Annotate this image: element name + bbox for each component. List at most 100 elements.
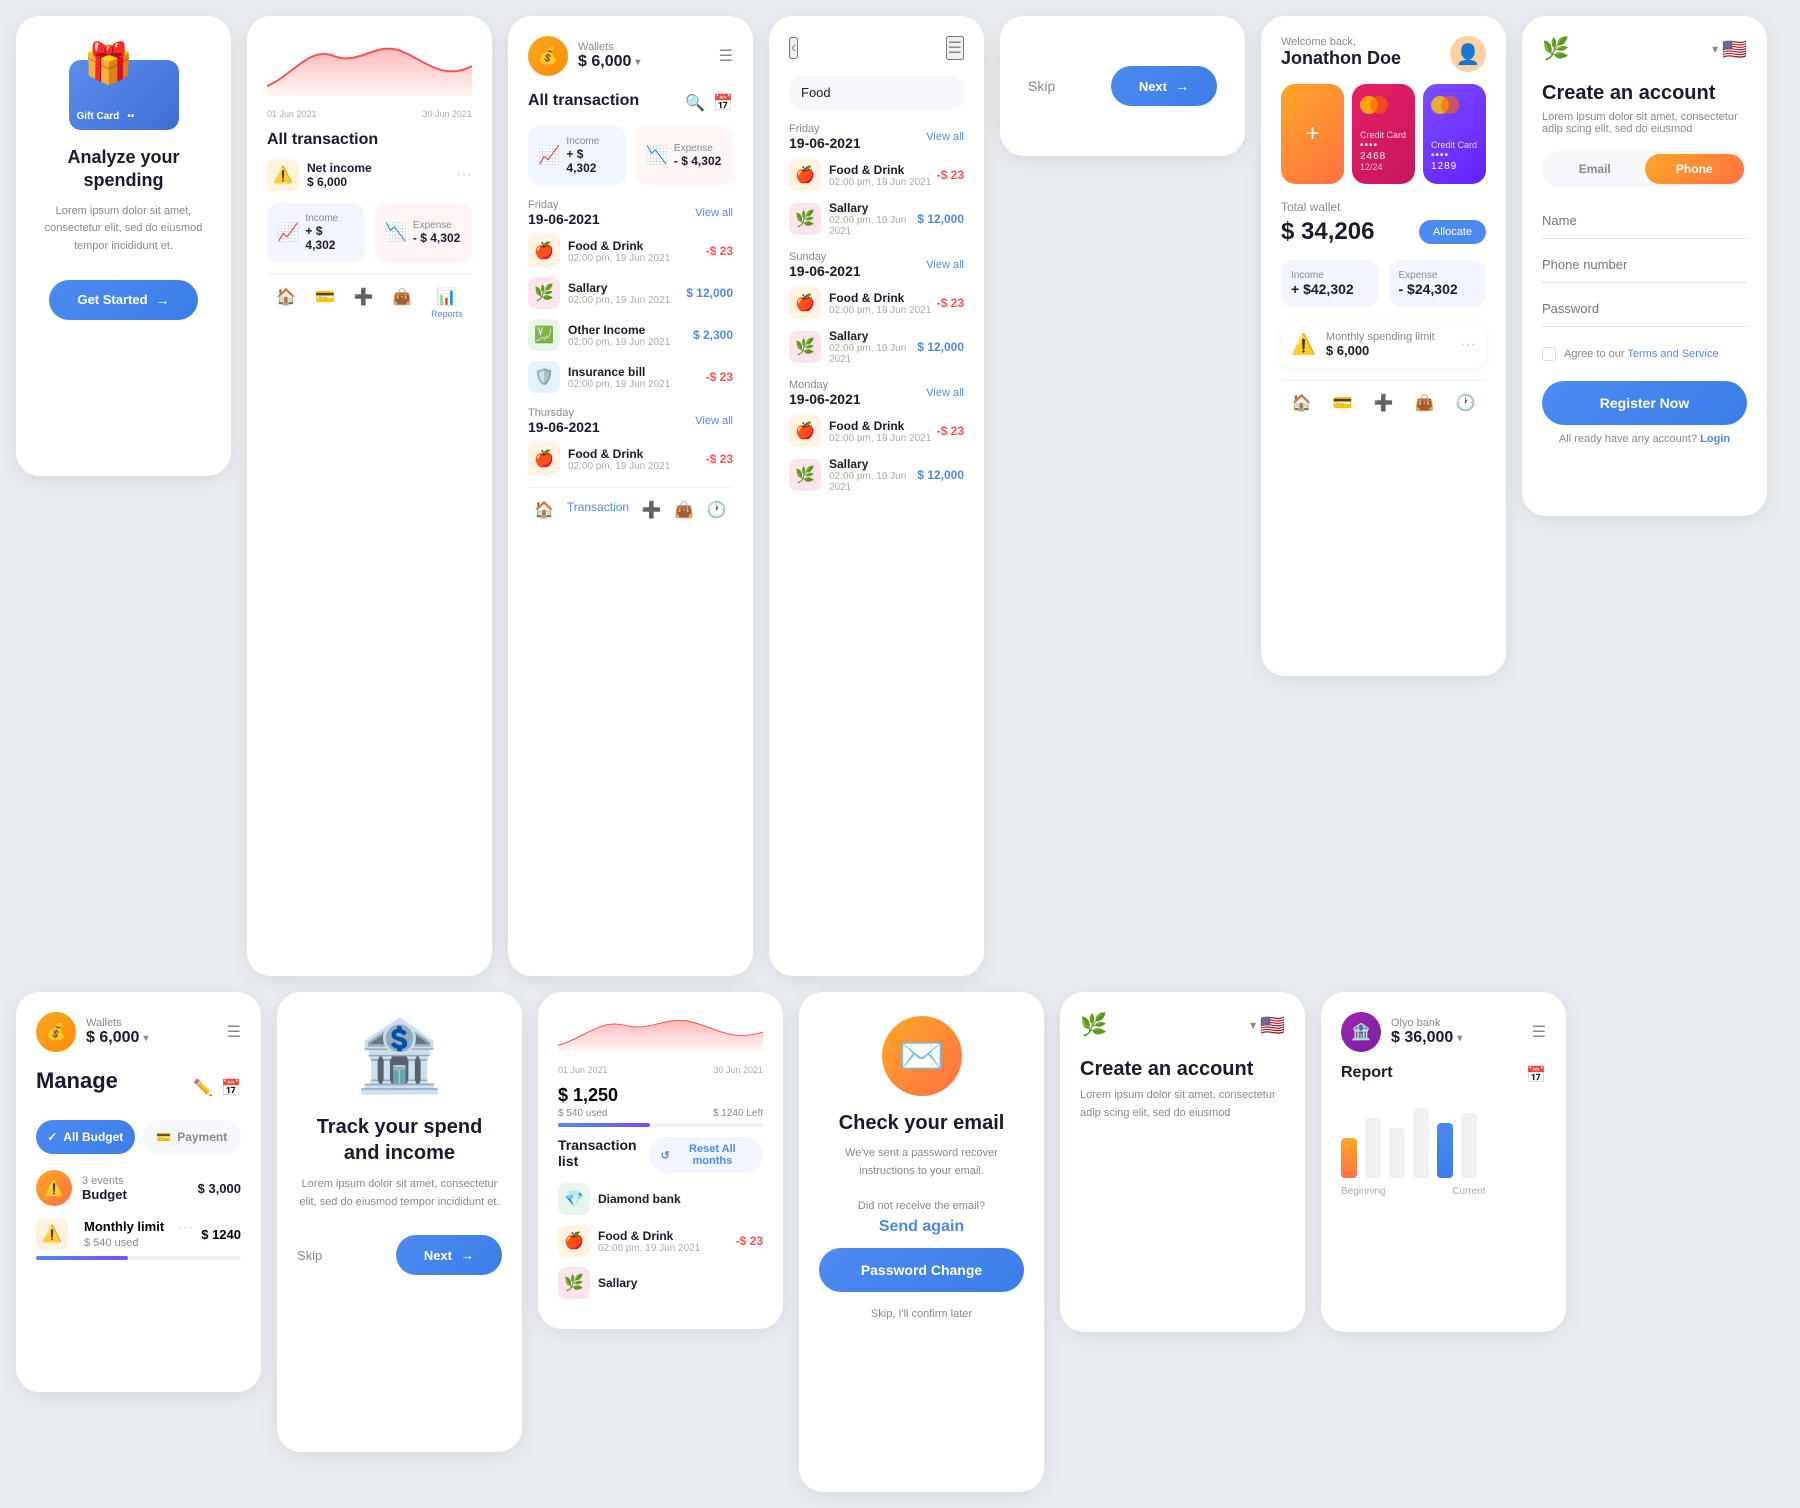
- terms-link[interactable]: Terms and Service: [1627, 348, 1718, 360]
- arrow-icon: →: [156, 292, 170, 308]
- income-chip: 📈 Income + $ 4,302: [267, 203, 365, 262]
- monthly-more-icon[interactable]: ···: [177, 1219, 193, 1237]
- nav-clock-wallet[interactable]: 🕐: [1456, 393, 1476, 413]
- next-button[interactable]: Next →: [1111, 66, 1217, 106]
- skip-button[interactable]: Skip: [1028, 78, 1055, 94]
- income-stat-chip: Income + $42,302: [1281, 260, 1379, 307]
- add-card-button[interactable]: +: [1281, 84, 1344, 184]
- calendar-button[interactable]: 📅: [713, 93, 733, 113]
- view-all-thursday[interactable]: View all: [695, 415, 733, 427]
- filter-view-all-sun[interactable]: View all: [926, 259, 964, 271]
- tab-phone[interactable]: Phone: [1645, 154, 1745, 184]
- summary-row: 📈 Income + $ 4,302 📉 Expense - $ 4,302: [528, 126, 733, 185]
- budget-item-icon: ⚠️: [36, 1170, 72, 1206]
- email-desc: We've sent a password recover instructio…: [819, 1145, 1024, 1180]
- hamburger-button[interactable]: ☰: [946, 36, 964, 60]
- budget-amount-row: $ 1,250 $ 540 used $ 1240 Left: [558, 1085, 763, 1127]
- track-next-button[interactable]: Next →: [396, 1235, 502, 1275]
- mon-sallary-icon: 🌿: [789, 459, 821, 491]
- tab-email[interactable]: Email: [1545, 154, 1645, 184]
- nav-transaction[interactable]: Transaction: [567, 500, 629, 520]
- food-drink-icon: 🍎: [528, 235, 560, 267]
- credit-card-2[interactable]: Credit Card •••• 1289: [1423, 84, 1486, 184]
- allocate-button[interactable]: Allocate: [1419, 220, 1486, 244]
- wallet-chevron-icon: ▾: [635, 57, 640, 68]
- all-budget-tab[interactable]: ✓ All Budget: [36, 1120, 135, 1154]
- nav-reports[interactable]: 📊Reports: [431, 287, 463, 319]
- phone-field[interactable]: [1542, 247, 1747, 283]
- manage-menu-icon[interactable]: ☰: [227, 1022, 241, 1042]
- brand-logo: 🌿: [1542, 36, 1569, 62]
- report-chart-label: Beginning Current: [1341, 1186, 1546, 1197]
- track-skip-button[interactable]: Skip: [297, 1248, 322, 1263]
- manage-chevron-icon: ▾: [143, 1033, 148, 1044]
- terms-checkbox[interactable]: [1542, 347, 1556, 361]
- nav-card-wallet[interactable]: 💳: [1333, 393, 1353, 413]
- report-calendar-button[interactable]: 📅: [1526, 1065, 1546, 1085]
- search-button[interactable]: 🔍: [685, 93, 705, 113]
- search-input[interactable]: [801, 85, 977, 100]
- list-item: 🍎 Food & Drink 02:00 pm, 19 Jun 2021 -$ …: [789, 159, 964, 191]
- dropdown-icon-2: ▾: [1250, 1018, 1256, 1032]
- nav-clock[interactable]: 🕐: [707, 500, 727, 520]
- back-button[interactable]: ‹: [789, 37, 798, 59]
- nav-home-wallet[interactable]: 🏠: [1292, 393, 1312, 413]
- report-menu-icon[interactable]: ☰: [1532, 1022, 1546, 1042]
- filter-view-all-fri[interactable]: View all: [926, 131, 964, 143]
- register2-title: Create an account: [1080, 1058, 1285, 1081]
- track-next-arrow: →: [460, 1247, 474, 1263]
- skip-confirm-button[interactable]: Skip, I'll confirm later: [871, 1308, 972, 1320]
- filter-food-icon: 🍎: [789, 159, 821, 191]
- manage-calendar-button[interactable]: 📅: [221, 1078, 241, 1098]
- report-panel: 🏦 Olyo bank $ 36,000 ▾ ☰ Report 📅 Beginn…: [1321, 992, 1566, 1332]
- other-income-icon: 💹: [528, 319, 560, 351]
- password-field[interactable]: [1542, 291, 1747, 327]
- extra-sallary-icon: 🌿: [558, 1267, 590, 1299]
- payment-tab[interactable]: 💳 Payment: [143, 1120, 242, 1154]
- view-all-friday[interactable]: View all: [695, 207, 733, 219]
- nav-home[interactable]: 🏠: [276, 287, 296, 319]
- report-title: Report: [1341, 1064, 1393, 1082]
- edit-button[interactable]: ✏️: [193, 1078, 213, 1098]
- name-field[interactable]: [1542, 203, 1747, 239]
- more-options-icon[interactable]: ···: [1460, 336, 1476, 354]
- send-again-button[interactable]: Send again: [879, 1218, 964, 1235]
- list-item: 🌿 Sallary: [558, 1267, 763, 1299]
- nav-add[interactable]: ➕: [354, 287, 374, 319]
- login-link[interactable]: Login: [1700, 433, 1730, 445]
- filter-header: ‹ ☰: [789, 36, 964, 60]
- reports-icon: 📊: [437, 287, 457, 307]
- get-started-button[interactable]: Get Started →: [49, 280, 197, 320]
- nav-card[interactable]: 💳: [315, 287, 335, 319]
- nav-wallet[interactable]: 👜: [392, 287, 412, 319]
- extra-chart-dates: 01 Jun 2021 30 Jun 2021: [558, 1065, 763, 1075]
- add-card-icon: +: [1305, 120, 1319, 148]
- list-item: 🌿 Sallary 02:00 pm, 19 Jun 2021 $ 12,000: [789, 201, 964, 237]
- credit-card-1[interactable]: Credit Card •••• 2468 12/24: [1352, 84, 1415, 184]
- expense-summary-chip: 📉 Expense - $ 4,302: [636, 126, 734, 185]
- register-desc: Lorem ipsum dolor sit amet, consectetur …: [1542, 111, 1747, 135]
- register-button[interactable]: Register Now: [1542, 381, 1747, 425]
- more-dots-icon[interactable]: ···: [456, 166, 472, 184]
- wallet-wallet-icon: 👜: [1415, 393, 1435, 413]
- analyze-title: Analyze your spending: [36, 146, 211, 193]
- next-arrow-icon: →: [1175, 78, 1189, 94]
- home-icon: 🏠: [276, 287, 296, 307]
- nav-wallet-wallet[interactable]: 👜: [1415, 393, 1435, 413]
- menu-icon[interactable]: ☰: [719, 46, 733, 66]
- password-change-button[interactable]: Password Change: [819, 1248, 1024, 1292]
- warning-icon: ⚠️: [1291, 332, 1316, 357]
- flag-icon-2: 🇺🇸: [1260, 1013, 1285, 1038]
- wallet2-icon: 👜: [674, 500, 694, 520]
- table-row: 🍎 Food & Drink 02:00 pm, 19 Jun 2021 -$ …: [528, 443, 733, 475]
- reset-all-button[interactable]: ↺ Reset All months: [649, 1137, 763, 1173]
- spending-limit-item: ⚠️ Monthly spending limit $ 6,000 ···: [1281, 321, 1486, 368]
- filter-view-all-mon[interactable]: View all: [926, 387, 964, 399]
- thursday-header: Thursday 19-06-2021 View all: [528, 407, 733, 435]
- nav-add-2[interactable]: ➕: [642, 500, 662, 520]
- nav-add-wallet[interactable]: ➕: [1374, 393, 1394, 413]
- nav-home-2[interactable]: 🏠: [534, 500, 554, 520]
- report-chart: [1341, 1098, 1546, 1178]
- diamond-icon: 💎: [558, 1183, 590, 1215]
- nav-wallet-2[interactable]: 👜: [674, 500, 694, 520]
